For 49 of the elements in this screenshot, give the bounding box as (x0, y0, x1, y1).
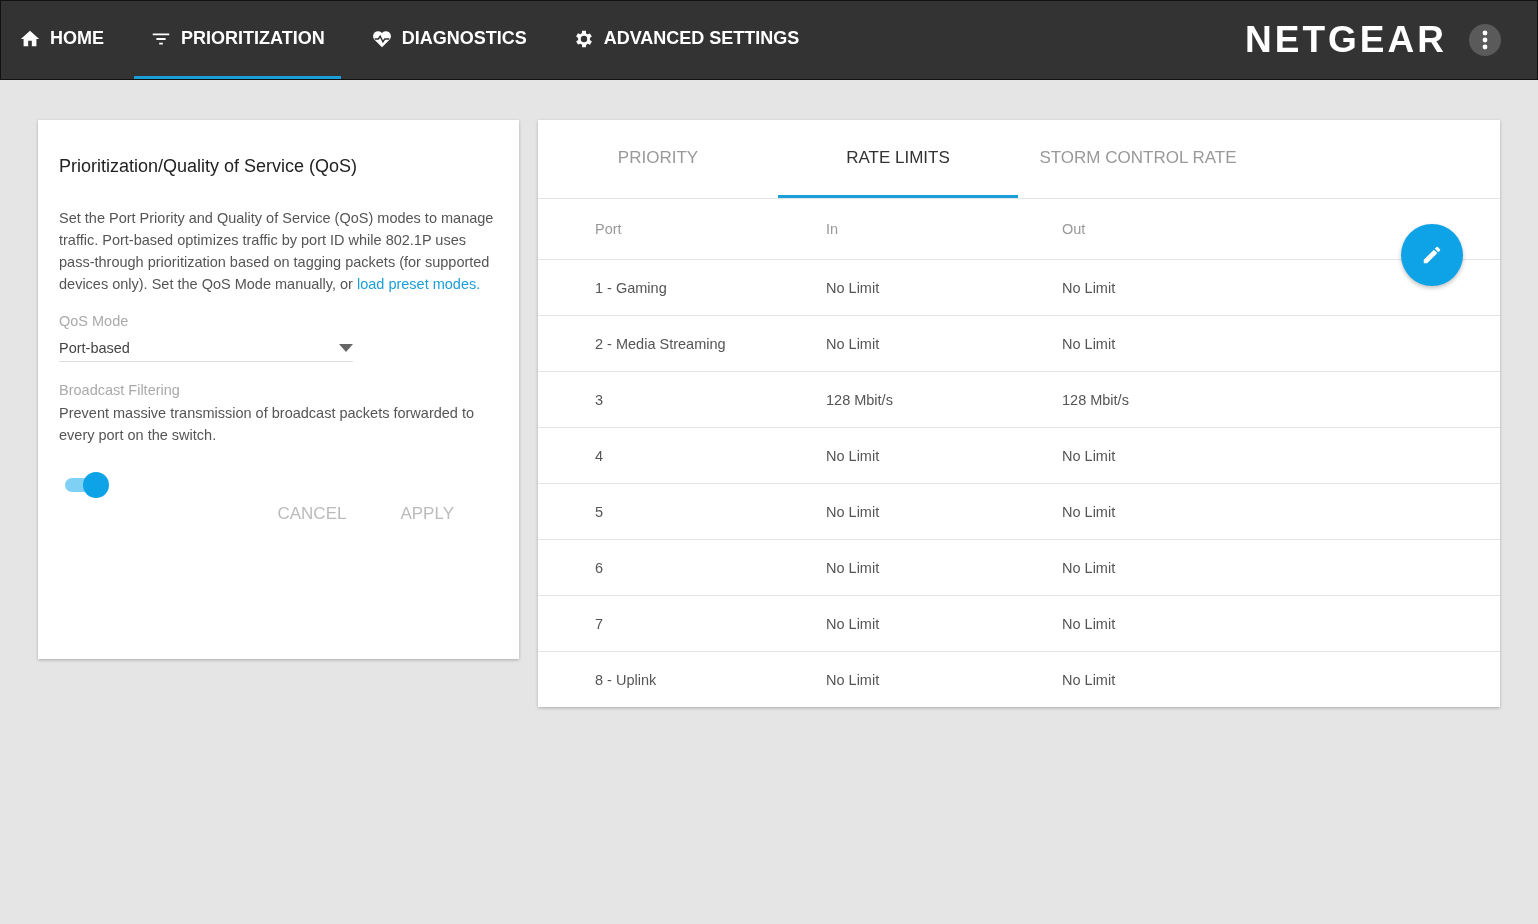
broadcast-description: Prevent massive transmission of broadcast packets forwarded to every port on the switch. (59, 404, 476, 445)
field-label: QoS Mode (59, 313, 130, 329)
table-cell-text: No Limit (826, 335, 881, 352)
nav-tab-label: HOME (50, 28, 104, 49)
table-cell-text: No Limit (826, 503, 881, 520)
table-cell-text: No Limit (1062, 503, 1117, 520)
table-cell-text: No Limit (826, 279, 881, 296)
field-label: Broadcast Filtering (59, 382, 181, 398)
table-cell-text: 128 Mbit/s (826, 391, 894, 408)
broadcast-filtering-toggle[interactable] (63, 472, 109, 498)
edit-button[interactable] (1401, 224, 1463, 286)
nav-tab-label: ADVANCED SETTINGS (603, 28, 800, 49)
table-cell-text: No Limit (826, 671, 881, 688)
table-cell-text: No Limit (826, 615, 881, 632)
brand-logo: NETGEAR (1245, 19, 1447, 61)
table-cell-text: No Limit (1062, 447, 1117, 464)
qos-mode-dropdown[interactable]: Port-based (59, 335, 353, 362)
more-vertical-icon (1469, 24, 1501, 56)
column-header: Port (595, 221, 623, 237)
nav-tab-label: DIAGNOSTICS (401, 28, 527, 49)
table-cell-text: 8 - Uplink (595, 671, 658, 688)
table-cell-text: 1 - Gaming (595, 279, 668, 296)
table-cell-text: No Limit (1062, 559, 1117, 576)
table-cell-text: No Limit (1062, 279, 1117, 296)
tab[interactable]: RATE LIMITS (778, 120, 1018, 198)
more-options-button[interactable] (1469, 24, 1501, 56)
nav-tab[interactable]: PRIORITIZATION (134, 1, 341, 79)
nav-tab[interactable]: ADVANCED SETTINGS (556, 1, 816, 79)
table-cell-text: 5 (595, 503, 605, 520)
table-cell-text: 128 Mbit/s (1062, 391, 1130, 408)
table-cell-text: No Limit (1062, 615, 1117, 632)
table-cell-text: 6 (595, 559, 605, 576)
nav-tab[interactable]: DIAGNOSTICS (354, 1, 543, 79)
card-title: Prioritization/Quality of Service (QoS) (59, 156, 359, 177)
nav-tab[interactable]: HOME (3, 1, 120, 79)
table-cell-text: No Limit (826, 559, 881, 576)
table-cell-text: 4 (595, 447, 605, 464)
table-cell-text: No Limit (826, 447, 881, 464)
caret-icon (339, 344, 353, 352)
column-header: Out (1062, 221, 1087, 237)
table-cell-text: No Limit (1062, 671, 1117, 688)
table-cell-text: 7 (595, 615, 605, 632)
nav-tab-label: PRIORITIZATION (181, 28, 325, 49)
table-cell-text: 3 (595, 391, 605, 408)
column-header: In (826, 221, 840, 237)
pencil-icon (1421, 244, 1443, 266)
table-cell-text: No Limit (1062, 335, 1117, 352)
table-cell-text: 2 - Media Streaming (595, 335, 727, 352)
qos-description: Set the Port Priority and Quality of Service (QoS) modes to manage traffic. Port-based optimizes traffic by port ID while 802.1P uses pass-through prioritization based on tagging packets (for supported devices only). Set the QoS Mode manually, or load preset modes. (59, 209, 495, 294)
